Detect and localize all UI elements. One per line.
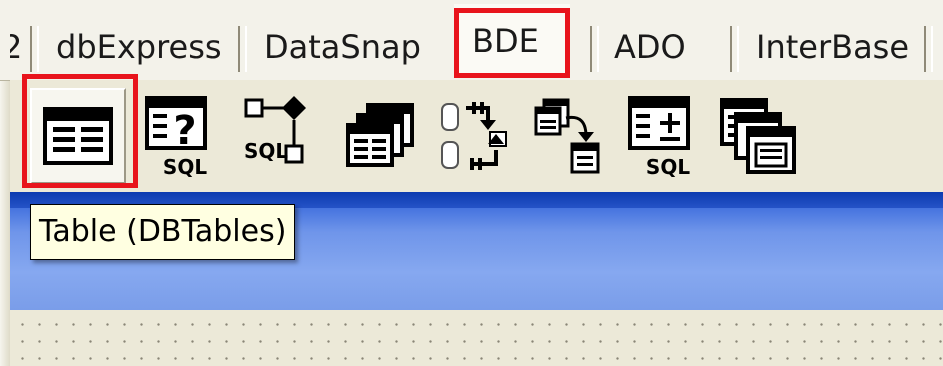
tab-separator — [730, 26, 739, 72]
tab-overflow-edge — [924, 16, 943, 78]
tab-separator — [924, 26, 933, 72]
tab-separator — [30, 26, 39, 72]
component-batchmove-button[interactable] — [522, 88, 618, 184]
component-tooltip: Table (DBTables) — [30, 204, 296, 260]
stored-proc-sql-icon: SQL — [244, 96, 306, 164]
component-nestedtable-button[interactable] — [710, 88, 806, 184]
highlight-bde-tab — [454, 8, 570, 78]
form-design-surface[interactable] — [10, 310, 943, 366]
component-session-button[interactable] — [428, 88, 524, 184]
highlight-table-component — [22, 74, 138, 188]
database-icon — [346, 103, 414, 167]
tab-label: DataSnap — [264, 28, 421, 66]
tab-separator — [238, 26, 247, 72]
sql-label: SQL — [163, 155, 207, 178]
update-sql-icon: SQL — [628, 96, 690, 178]
tab-separator — [590, 26, 599, 72]
session-icon — [441, 102, 507, 170]
tab-ado[interactable]: ADO — [590, 16, 720, 78]
component-database-button[interactable] — [332, 88, 428, 184]
bde-component-palette: ? SQL SQL SQL — [10, 80, 943, 192]
tab-label: 2 — [10, 28, 23, 66]
tab-datasnap[interactable]: DataSnap — [238, 16, 450, 78]
tab-dbexpress[interactable]: dbExpress — [30, 16, 242, 78]
sql-label: SQL — [244, 139, 288, 163]
query-sql-icon: ? SQL — [145, 96, 207, 178]
tab-label: dbExpress — [56, 28, 222, 66]
tab-label: ADO — [614, 28, 686, 66]
tab-interbase[interactable]: InterBase — [730, 16, 930, 78]
nested-table-icon — [720, 98, 796, 174]
component-query-button[interactable]: ? SQL — [132, 88, 228, 184]
batch-move-icon — [534, 98, 600, 174]
tab-label: InterBase — [756, 28, 910, 66]
component-storedproc-button[interactable]: SQL — [232, 88, 328, 184]
svg-text:?: ? — [173, 108, 196, 154]
component-updatesql-button[interactable]: SQL — [616, 88, 712, 184]
sql-label: SQL — [646, 155, 690, 178]
